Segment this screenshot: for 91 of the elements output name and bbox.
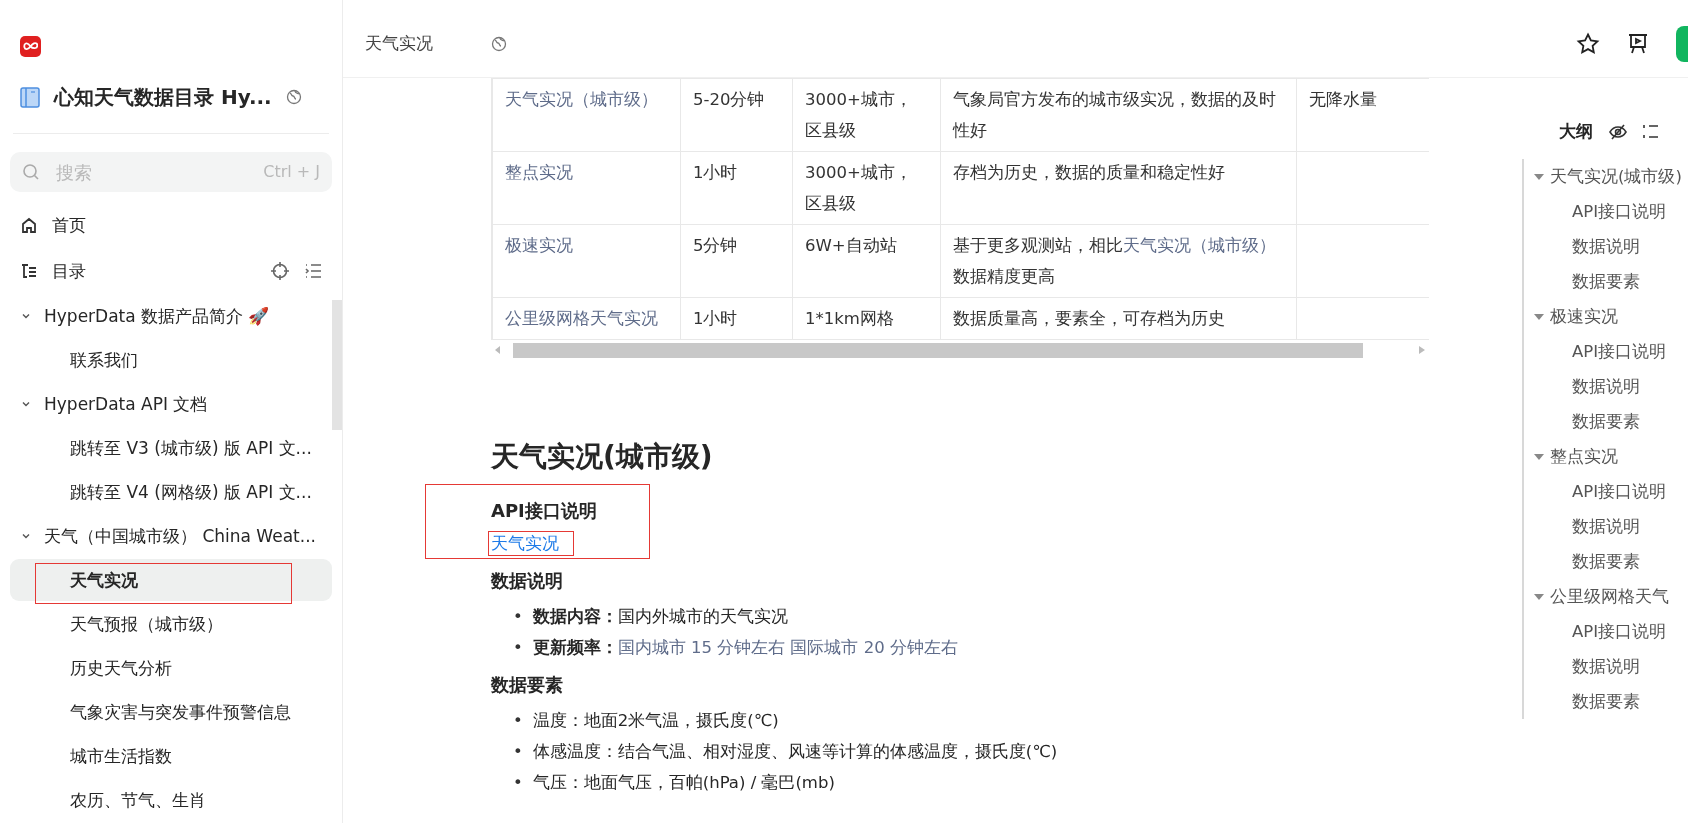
cell-text: 无降水量 bbox=[1309, 90, 1377, 109]
text-link[interactable]: 国内城市 15 分钟左右 国际城市 20 分钟左右 bbox=[617, 638, 958, 657]
subsection-heading: 数据要素 bbox=[491, 673, 563, 697]
outline-item[interactable]: 数据说明 bbox=[1534, 649, 1688, 684]
tree-item[interactable]: 天气实况 bbox=[10, 559, 332, 601]
section-heading: 天气实况(城市级) bbox=[491, 439, 714, 475]
bullet-text: 气压：地面气压，百帕(hPa) / 毫巴(mb) bbox=[532, 772, 835, 794]
outline-item[interactable]: 极速实况 bbox=[1534, 299, 1688, 334]
cell-text: 数据质量高，要素全，可存档为历史 bbox=[953, 309, 1225, 328]
outline-item[interactable]: 天气实况(城市级) bbox=[1534, 159, 1688, 194]
cell-link[interactable]: 公里级网格天气实况 bbox=[505, 309, 658, 328]
outline-title: 大纲 bbox=[1559, 120, 1593, 143]
cell-text: 1*1km网格 bbox=[805, 309, 894, 328]
cell-link[interactable]: 天气实况（城市级） bbox=[505, 90, 658, 109]
outline-item[interactable]: 数据要素 bbox=[1534, 264, 1688, 299]
page-title: 天气实况 bbox=[365, 32, 433, 55]
outline-item[interactable]: 数据说明 bbox=[1534, 229, 1688, 264]
bullet-marker: • bbox=[513, 637, 523, 659]
outline-item[interactable]: 数据要素 bbox=[1534, 684, 1688, 719]
list-icon[interactable] bbox=[1643, 124, 1659, 139]
tree-item[interactable]: 历史天气分析 bbox=[10, 647, 332, 689]
scroll-left-icon[interactable] bbox=[495, 346, 501, 354]
book-icon bbox=[20, 86, 40, 108]
star-icon[interactable] bbox=[1576, 31, 1600, 56]
subsection-heading: API接口说明 bbox=[491, 499, 597, 523]
cell-text: 1小时 bbox=[693, 163, 738, 182]
nav-item[interactable]: 目录 bbox=[52, 259, 256, 283]
crosshair-icon[interactable] bbox=[270, 261, 290, 281]
tree-item[interactable]: 城市生活指数 bbox=[10, 735, 332, 777]
outline-item[interactable]: 数据要素 bbox=[1534, 544, 1688, 579]
cell-text: 存档为历史，数据的质量和稳定性好 bbox=[953, 163, 1225, 182]
outline-item[interactable]: 整点实况 bbox=[1534, 439, 1688, 474]
bullet-marker: • bbox=[513, 741, 523, 763]
cell-text: 气象局官方发布的城市级实况，数据的及时性好 bbox=[953, 90, 1276, 140]
scroll-right-icon[interactable] bbox=[1419, 346, 1425, 354]
outline-item[interactable]: API接口说明 bbox=[1534, 614, 1688, 649]
scrollbar[interactable] bbox=[332, 300, 342, 430]
tree-item[interactable]: 气象灾害与突发事件预警信息 bbox=[10, 691, 332, 733]
nav-item[interactable]: 首页 bbox=[52, 213, 322, 237]
outline-item[interactable]: 公里级网格天气 bbox=[1534, 579, 1688, 614]
home-icon bbox=[20, 216, 38, 234]
shortcut-hint: Ctrl + J bbox=[263, 162, 320, 181]
bullet-marker: • bbox=[513, 772, 523, 794]
tree-item[interactable]: 天气预报（城市级） bbox=[10, 603, 332, 645]
globe-icon bbox=[491, 35, 507, 52]
bullet-text: 更新频率：国内城市 15 分钟左右 国际城市 20 分钟左右 bbox=[532, 637, 958, 659]
subsection-heading: 数据说明 bbox=[491, 569, 563, 593]
cell-link[interactable]: 天气实况（城市级） bbox=[1123, 236, 1276, 255]
cell-text: 3000+城市，区县级 bbox=[805, 90, 912, 140]
tree-item[interactable]: HyperData 数据产品简介 🚀 bbox=[10, 295, 332, 337]
caret-down-icon[interactable] bbox=[1534, 313, 1544, 320]
tree-item[interactable]: HyperData API 文档 bbox=[10, 383, 332, 425]
search-icon bbox=[22, 163, 40, 181]
cell-link[interactable]: 极速实况 bbox=[505, 236, 573, 255]
bullet-text: 温度：地面2米气温，摄氏度(℃) bbox=[532, 710, 779, 732]
tree-item[interactable]: 联系我们 bbox=[10, 339, 332, 381]
caret-down-icon[interactable] bbox=[1534, 593, 1544, 600]
presentation-icon[interactable] bbox=[1626, 31, 1650, 56]
bullet-text: 数据内容：国内外城市的天气实况 bbox=[532, 606, 788, 628]
scrollbar-thumb[interactable] bbox=[513, 342, 1363, 358]
share-button[interactable] bbox=[1676, 25, 1688, 62]
tree-item[interactable]: 农历、节气、生肖 bbox=[10, 779, 332, 821]
caret-down-icon[interactable] bbox=[1534, 173, 1544, 180]
list-tree-icon bbox=[20, 262, 38, 280]
outline-item[interactable]: 数据说明 bbox=[1534, 509, 1688, 544]
outline-item[interactable]: API接口说明 bbox=[1534, 474, 1688, 509]
cell-text: 5-20分钟 bbox=[693, 90, 765, 109]
cell-text: 1小时 bbox=[693, 309, 738, 328]
caret-down-icon[interactable] bbox=[1534, 453, 1544, 460]
bullet-text: 体感温度：结合气温、相对湿度、风速等计算的体感温度，摄氏度(℃) bbox=[532, 741, 1058, 763]
cell-text: 基于更多观测站，相比 bbox=[953, 236, 1123, 255]
doc-title: 心知天气数据目录 Hy... bbox=[54, 83, 272, 111]
cell-text: 3000+城市，区县级 bbox=[805, 163, 912, 213]
tree-item[interactable]: 跳转至 V4 (网格级) 版 API 文... bbox=[10, 471, 332, 513]
tree-item[interactable]: 跳转至 V3 (城市级) 版 API 文... bbox=[10, 427, 332, 469]
doc-link[interactable]: 天气实况 bbox=[488, 531, 574, 556]
cell-text: 6W+自动站 bbox=[805, 236, 897, 255]
bullet-marker: • bbox=[513, 606, 523, 628]
globe-icon bbox=[285, 89, 302, 105]
cell-text: 数据精度更高 bbox=[953, 267, 1055, 286]
outline-item[interactable]: API接口说明 bbox=[1534, 334, 1688, 369]
outline-item[interactable]: 数据说明 bbox=[1534, 369, 1688, 404]
list-icon[interactable] bbox=[304, 263, 322, 279]
outline-item[interactable]: 数据要素 bbox=[1534, 404, 1688, 439]
eye-off-icon[interactable] bbox=[1609, 123, 1627, 140]
cell-text: 5分钟 bbox=[693, 236, 738, 255]
tree-item[interactable]: 天气（中国城市级） China Weat... bbox=[10, 515, 332, 557]
outline-item[interactable]: API接口说明 bbox=[1534, 194, 1688, 229]
cell-link[interactable]: 整点实况 bbox=[505, 163, 573, 182]
bullet-marker: • bbox=[513, 710, 523, 732]
logo-icon bbox=[20, 36, 41, 57]
